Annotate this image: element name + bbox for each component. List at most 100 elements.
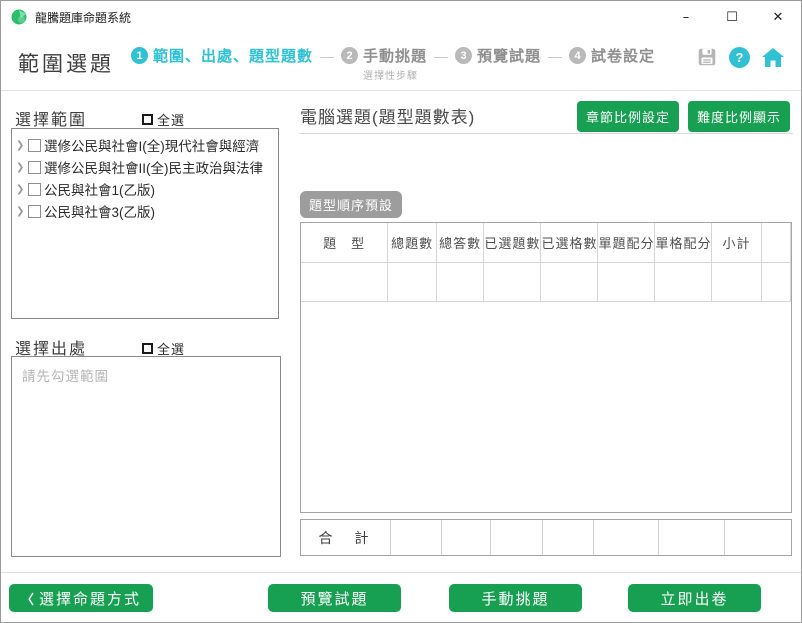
step-2-sublabel: 選擇性步驟 [363,71,419,82]
home-icon[interactable] [761,46,785,68]
ratio-buttons: 章節比例設定 難度比例顯示 [576,101,790,132]
range-select-all-label: 全選 [157,113,186,128]
cell [387,261,437,302]
manual-pick-button[interactable]: 手動挑題 [449,584,582,612]
step-3-circle: 3 [455,47,473,64]
step-4-label: 試卷設定 [591,48,656,65]
col-extra [760,223,792,263]
preview-questions-button[interactable]: 預覽試題 [268,584,401,612]
question-type-order-preset-button[interactable]: 題型順序預設 [300,191,403,218]
question-type-table-container: 題 型 總題數 總答數 已選題數 已選格數 單題配分 單格配分 小計 [300,222,792,513]
total-cell [442,520,491,555]
tree-item-civics-elective-1[interactable]: ❯ 選修公民與社會I(全)現代社會與經濟 [12,134,278,156]
expand-chevron-icon[interactable]: ❯ [16,140,28,151]
app-window: 龍騰題庫命題系統 – ☐ ✕ 範圍選題 1 範圍、出處、題型題數 — 2 手動挑… [0,0,802,623]
cell [654,261,713,302]
col-selected-blanks: 已選格數 [540,223,599,263]
tree-item-civics-3[interactable]: ❯ 公民與社會3(乙版) [12,200,278,222]
step-3-preview[interactable]: 3 預覽試題 [455,45,541,66]
total-row: 合 計 [300,519,792,556]
help-glyph: ? [729,46,750,68]
save-icon[interactable] [696,46,718,68]
step-1-circle: 1 [131,47,148,64]
computer-selection-title: 電腦選題(題型題數表) [300,108,476,127]
maximize-button[interactable]: ☐ [709,1,755,33]
cell [597,261,656,302]
tree-item-label: 公民與社會1(乙版) [44,183,155,198]
table-row [301,261,792,302]
total-label: 合 計 [301,520,391,555]
header: 範圍選題 1 範圍、出處、題型題數 — 2 手動挑題 選擇性步驟 — 3 預覽試… [1,33,801,91]
generate-paper-button[interactable]: 立即出卷 [628,584,761,612]
source-list: 請先勾選範圍 [11,356,281,557]
step-3-label: 預覽試題 [477,48,542,65]
tree-item-label: 公民與社會3(乙版) [44,205,155,220]
step-separator: — [320,48,335,64]
close-button[interactable]: ✕ [755,1,801,33]
col-points-per-question: 單題配分 [597,223,656,263]
total-cell [594,520,659,555]
total-cell [725,520,791,555]
tree-item-checkbox[interactable] [28,138,41,152]
range-tree: ❯ 選修公民與社會I(全)現代社會與經濟 ❯ 選修公民與社會II(全)民主政治與… [11,128,279,319]
wizard-steps: 1 範圍、出處、題型題數 — 2 手動挑題 選擇性步驟 — 3 預覽試題 — 4… [131,45,655,82]
cell [483,261,542,302]
cell [540,261,599,302]
total-cell [391,520,442,555]
titlebar: 龍騰題庫命題系統 – ☐ ✕ [1,1,801,33]
range-select-all-checkbox[interactable] [142,114,153,125]
cell [435,261,485,302]
col-points-per-blank: 單格配分 [654,223,713,263]
table-header-row: 題 型 總題數 總答數 已選題數 已選格數 單題配分 單格配分 小計 [301,223,792,263]
expand-chevron-icon[interactable]: ❯ [16,206,28,217]
cell [711,261,762,302]
panel-divider [299,133,793,134]
header-icons: ? [696,46,785,68]
range-section-title: 選擇範圍 [15,112,88,129]
step-separator: — [434,48,449,64]
tree-item-checkbox[interactable] [28,182,41,196]
total-cell [659,520,725,555]
step-1-label: 範圍、出處、題型題數 [153,48,314,65]
cell [760,261,792,302]
difficulty-ratio-button[interactable]: 難度比例顯示 [687,101,790,132]
step-2-label: 手動挑題 [363,48,428,65]
back-button-label: 選擇命題方式 [39,590,142,608]
total-cell [491,520,543,555]
page-title: 範圍選題 [18,53,114,76]
total-cell [543,520,594,555]
tree-item-label: 選修公民與社會II(全)民主政治與法律 [44,161,263,176]
step-2-circle: 2 [341,47,359,64]
col-total-questions: 總題數 [387,223,437,263]
tree-item-civics-1[interactable]: ❯ 公民與社會1(乙版) [12,178,278,200]
app-logo-icon [11,9,27,25]
step-4-paper-settings[interactable]: 4 試卷設定 [569,45,655,66]
range-select-all[interactable]: 全選 [142,110,185,129]
source-select-all-checkbox[interactable] [142,343,153,354]
col-question-type: 題 型 [301,223,389,263]
tree-item-civics-elective-2[interactable]: ❯ 選修公民與社會II(全)民主政治與法律 [12,156,278,178]
step-4-circle: 4 [569,47,587,64]
minimize-button[interactable]: – [663,1,709,33]
cell [301,261,389,302]
app-title: 龍騰題庫命題系統 [35,10,132,25]
tree-item-checkbox[interactable] [28,204,41,218]
footer-divider [1,572,801,573]
chapter-ratio-button[interactable]: 章節比例設定 [576,101,679,132]
question-type-table: 題 型 總題數 總答數 已選題數 已選格數 單題配分 單格配分 小計 [301,223,792,302]
window-controls: – ☐ ✕ [663,1,801,33]
col-total-answers: 總答數 [435,223,485,263]
tree-item-label: 選修公民與社會I(全)現代社會與經濟 [44,139,260,154]
source-placeholder: 請先勾選範圍 [22,369,109,384]
help-icon[interactable]: ? [729,46,750,68]
col-selected-questions: 已選題數 [483,223,542,263]
back-chevron-icon: 〈 [20,591,34,607]
expand-chevron-icon[interactable]: ❯ [16,162,28,173]
back-to-method-button[interactable]: 〈 選擇命題方式 [9,584,153,612]
expand-chevron-icon[interactable]: ❯ [16,184,28,195]
col-subtotal: 小計 [711,223,762,263]
step-2-manual-pick[interactable]: 2 手動挑題 選擇性步驟 [341,45,427,82]
step-1-range[interactable]: 1 範圍、出處、題型題數 [131,45,313,66]
tree-item-checkbox[interactable] [28,160,41,174]
step-separator: — [548,48,563,64]
